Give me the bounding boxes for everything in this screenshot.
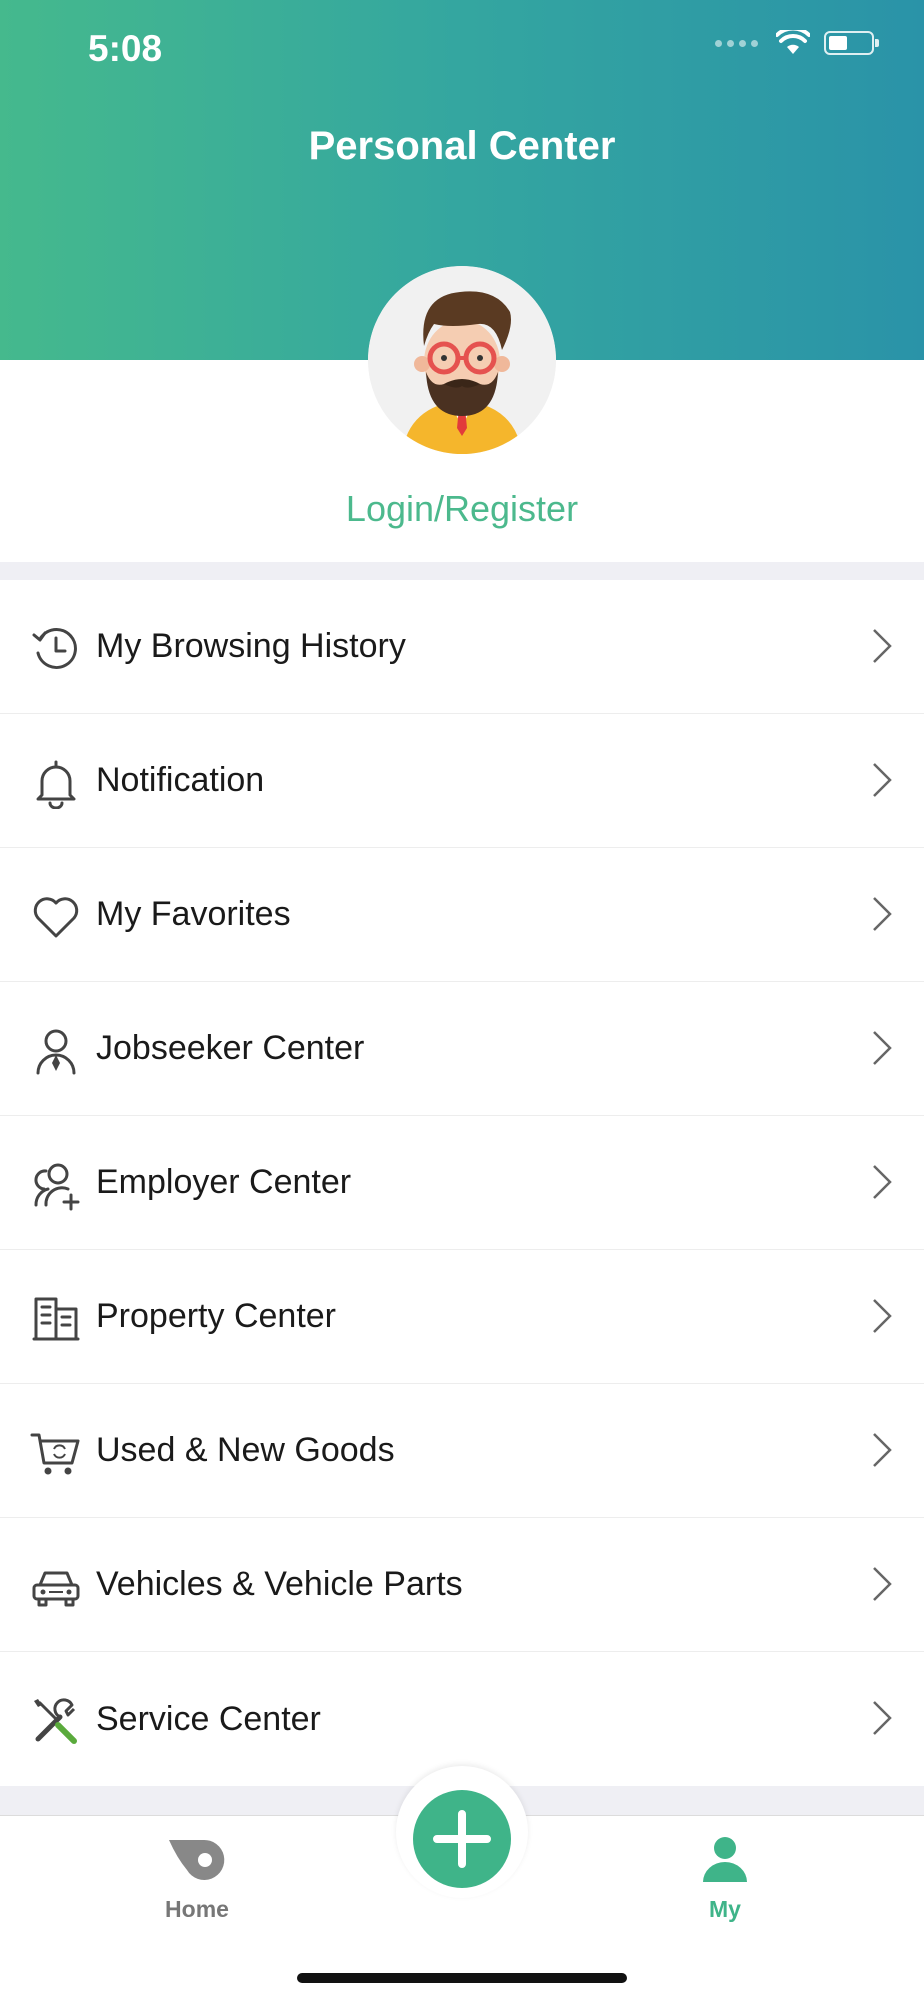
page-title: Personal Center [308,124,616,168]
chevron-right-icon [873,1433,892,1467]
bell-icon [36,760,76,809]
history-icon [32,628,77,669]
menu-item-property-center[interactable]: Property Center [0,1250,924,1384]
heart-icon [33,897,79,938]
menu-item-jobseeker-center[interactable]: Jobseeker Center [0,982,924,1116]
wifi-icon [776,30,810,54]
cellular-signal-icon [715,39,758,47]
chevron-right-icon [873,763,892,797]
menu-item-vehicles[interactable]: Vehicles & Vehicle Parts [0,1518,924,1652]
chevron-right-icon [873,1701,892,1735]
status-indicators [715,30,879,56]
cart-icon [30,1433,80,1475]
menu-item-notification[interactable]: Notification [0,714,924,848]
tab-my-label: My [709,1896,741,1922]
tab-home[interactable]: Home [97,1816,297,1936]
chevron-right-icon [873,629,892,663]
avatar[interactable] [368,266,556,454]
home-indicator [297,1973,627,1983]
add-post-button[interactable] [413,1790,511,1888]
login-register-link[interactable]: Login/Register [0,488,924,530]
menu-item-employer-center[interactable]: Employer Center [0,1116,924,1250]
chevron-right-icon [873,1299,892,1333]
tools-icon [34,1698,77,1744]
jobseeker-icon [36,1029,76,1075]
status-time: 5:08 [88,28,163,69]
plus-icon [433,1810,491,1868]
menu-item-used-new-goods[interactable]: Used & New Goods [0,1384,924,1518]
tab-home-label: Home [165,1896,229,1922]
tab-my[interactable]: My [625,1816,825,1936]
battery-icon [824,31,879,55]
chevron-right-icon [873,1031,892,1065]
menu-item-label: Employer Center [96,1163,352,1201]
menu-item-label: My Browsing History [96,627,406,665]
menu-item-label: Jobseeker Center [96,1029,365,1067]
menu-item-label: Vehicles & Vehicle Parts [96,1565,463,1603]
menu-item-label: Property Center [96,1297,336,1335]
menu-item-favorites[interactable]: My Favorites [0,848,924,982]
chevron-right-icon [873,1567,892,1601]
menu-item-label: Used & New Goods [96,1431,395,1469]
car-icon [32,1571,80,1607]
menu-item-label: Notification [96,761,265,799]
avatar-illustration-icon [368,266,556,454]
menu-item-label: Service Center [96,1699,321,1738]
building-icon [32,1297,80,1341]
chevron-right-icon [873,897,892,931]
home-logo-icon [169,1839,225,1880]
employer-icon [34,1163,80,1211]
menu-item-browsing-history[interactable]: My Browsing History [0,580,924,714]
menu-list: My Browsing History Notification My Favo… [0,580,924,1786]
menu-item-label: My Favorites [96,895,291,933]
user-icon [703,1837,747,1882]
chevron-right-icon [873,1165,892,1199]
